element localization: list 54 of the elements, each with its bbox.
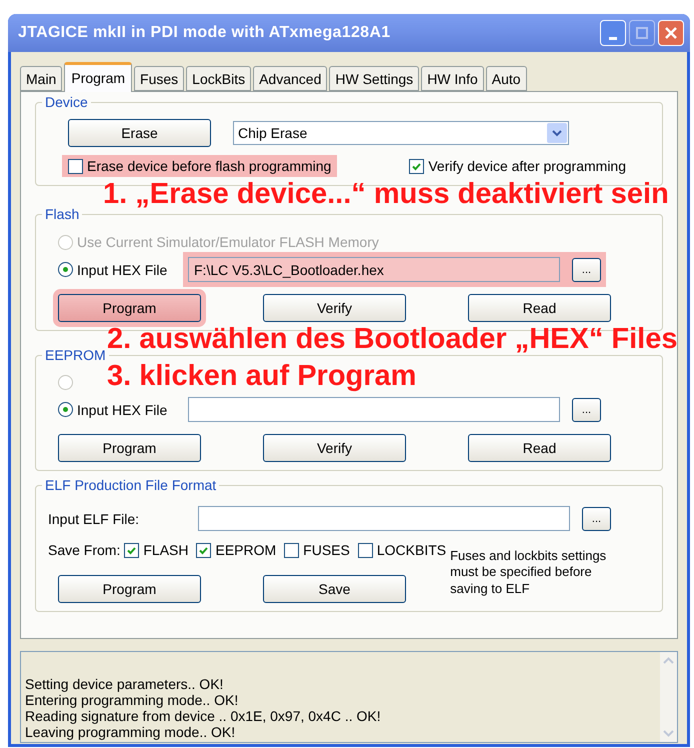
checkbox[interactable]: FLASH [120, 539, 192, 561]
elf-file-field[interactable] [198, 506, 570, 531]
tab[interactable]: Main [20, 66, 62, 91]
erase-button[interactable]: Erase [68, 119, 211, 147]
tab[interactable]: HW Settings [329, 66, 420, 91]
group-title: EEPROM [42, 347, 109, 363]
read-button[interactable]: Read [468, 434, 611, 462]
browse-button[interactable]: ... [582, 506, 611, 530]
file-path-field[interactable] [188, 397, 560, 422]
annotation-text: 3. klicken auf Program [107, 360, 416, 393]
erase-mode-dropdown[interactable]: Chip Erase [233, 121, 569, 145]
tab[interactable]: Fuses [134, 66, 184, 91]
close-icon [665, 27, 677, 39]
checkbox[interactable]: FUSES [280, 539, 354, 561]
program-button[interactable]: Program [58, 434, 201, 462]
program-button[interactable]: Program [58, 574, 201, 603]
window-title: JTAGICE mkII in PDI mode with ATxmega128A1 [18, 24, 392, 42]
checkmark-icon [198, 544, 210, 556]
verify-button[interactable]: Verify [263, 294, 406, 322]
radio-button[interactable]: Input HEX File [52, 258, 174, 280]
annotation-text: 2. auswählen des Bootloader „HEX“ Files [107, 323, 678, 356]
verify-button[interactable]: Verify [263, 434, 406, 462]
tab[interactable]: Auto [486, 66, 527, 91]
maximize-icon [636, 27, 648, 39]
checkbox[interactable]: LOCKBITS [354, 539, 450, 561]
tab[interactable]: Program [64, 62, 132, 92]
tab[interactable]: HW Info [421, 66, 484, 91]
tab[interactable]: Advanced [253, 66, 328, 91]
tab[interactable]: LockBits [186, 66, 252, 91]
log-line: Reading signature from device .. 0x1E, 0x97, 0x4C .. OK! [25, 708, 382, 724]
minimize-button[interactable] [600, 20, 626, 46]
browse-button[interactable]: ... [572, 258, 601, 282]
checkbox[interactable]: Verify device after programming [403, 155, 632, 177]
close-button[interactable] [658, 20, 684, 46]
group-title: Flash [42, 206, 82, 222]
annotation-text: 1. „Erase device...“ muss deaktiviert sein [103, 178, 669, 211]
checkmark-icon [126, 544, 138, 556]
save-button[interactable]: Save [263, 574, 406, 603]
radio-button[interactable]: Input HEX File [52, 398, 174, 420]
read-button[interactable]: Read [468, 294, 611, 322]
browse-button[interactable]: ... [572, 398, 601, 422]
log-line: Entering programming mode.. OK! [25, 692, 240, 708]
checkbox[interactable]: Erase device before flash programming [62, 155, 338, 177]
checkmark-icon [411, 160, 422, 172]
group-title: Device [42, 94, 91, 110]
log-line: Setting device parameters.. OK! [25, 676, 224, 692]
checkbox[interactable]: EEPROM [192, 539, 280, 561]
group-title: ELF Production File Format [42, 477, 220, 493]
save-from-label: Save From: [48, 542, 120, 558]
file-path-field[interactable]: F:\LC V5.3\LC_Bootloader.hex [188, 257, 560, 282]
elf-note: Fuses and lockbits settings must be specified before saving to ELF [450, 548, 608, 597]
minimize-icon [609, 36, 617, 40]
log-line: Leaving programming mode.. OK! [25, 724, 236, 740]
input-elf-label: Input ELF File: [48, 510, 140, 526]
